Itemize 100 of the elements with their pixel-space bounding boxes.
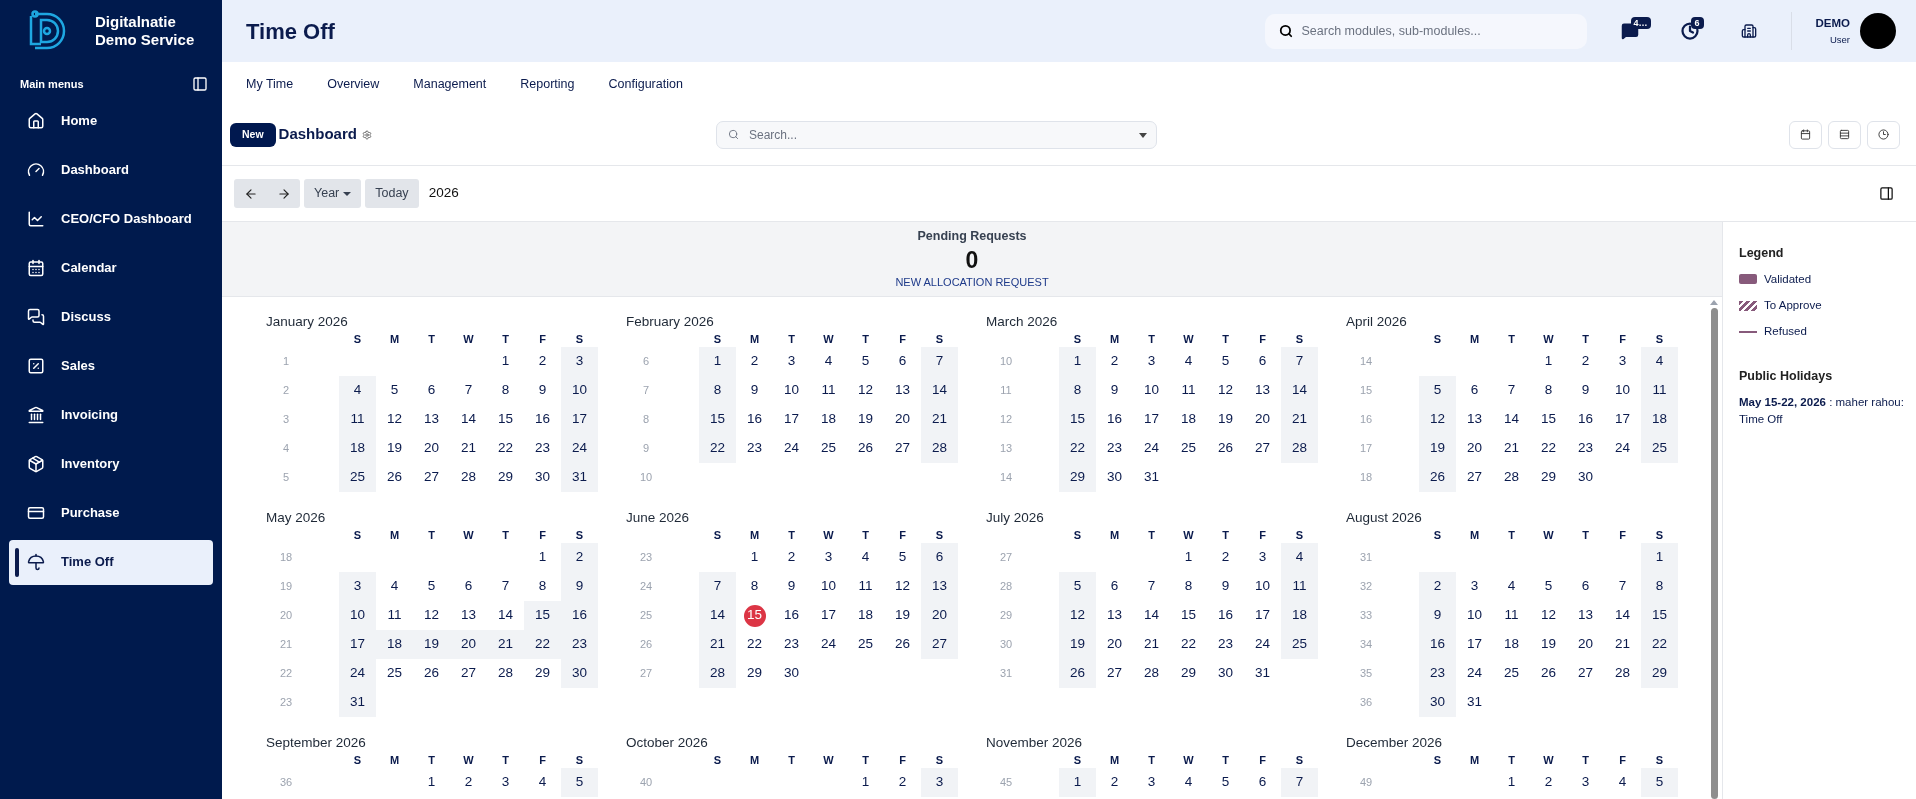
calendar-day[interactable]: 1 bbox=[713, 351, 722, 372]
module-search-field[interactable]: Search modules, sub-modules... bbox=[1264, 13, 1587, 49]
calendar-day[interactable]: 6 bbox=[1258, 351, 1267, 372]
calendar-day[interactable]: 5 bbox=[898, 547, 907, 568]
menu-item[interactable]: Configuration bbox=[608, 74, 683, 94]
calendar-day[interactable]: 7 bbox=[1295, 351, 1304, 372]
calendar-day[interactable]: 21 bbox=[461, 438, 476, 459]
sidebar-item[interactable]: Discuss bbox=[9, 294, 213, 340]
calendar-day[interactable]: 26 bbox=[1541, 663, 1556, 684]
calendar-day[interactable]: 4 bbox=[824, 351, 833, 372]
next-button[interactable] bbox=[267, 179, 300, 208]
calendar-day[interactable]: 16 bbox=[535, 409, 550, 430]
calendar-day[interactable]: 24 bbox=[784, 438, 799, 459]
calendar-day[interactable]: 5 bbox=[1073, 576, 1082, 597]
calendar-day[interactable]: 23 bbox=[1578, 438, 1593, 459]
calendar-day[interactable]: 2 bbox=[787, 547, 796, 568]
calendar-day[interactable]: 9 bbox=[1221, 576, 1230, 597]
calendar-day[interactable]: 23 bbox=[1218, 634, 1233, 655]
calendar-day[interactable]: 14 bbox=[1504, 409, 1519, 430]
calendar-day[interactable]: 10 bbox=[1615, 380, 1630, 401]
calendar-day[interactable]: 7 bbox=[1295, 772, 1304, 793]
calendar-day[interactable]: 11 bbox=[1181, 380, 1196, 401]
sidebar-item[interactable]: CEO/CFO Dashboard bbox=[9, 196, 213, 242]
calendar-day[interactable]: 13 bbox=[1107, 605, 1122, 626]
calendar-day[interactable]: 25 bbox=[858, 634, 873, 655]
new-button[interactable]: New bbox=[230, 122, 276, 147]
calendar-day[interactable]: 13 bbox=[1467, 409, 1482, 430]
calendar-day[interactable]: 6 bbox=[1110, 576, 1119, 597]
calendar-day[interactable]: 16 bbox=[784, 605, 799, 626]
calendar-day[interactable]: 3 bbox=[501, 772, 510, 793]
search-field[interactable]: Search... bbox=[715, 120, 1157, 149]
calendar-day[interactable]: 16 bbox=[1578, 409, 1593, 430]
calendar-day[interactable]: 2 bbox=[575, 547, 584, 568]
calendar-day[interactable]: 14 bbox=[1615, 605, 1630, 626]
calendar-day[interactable]: 1 bbox=[1184, 547, 1193, 568]
calendar-day[interactable]: 27 bbox=[1467, 467, 1482, 488]
calendar-day[interactable]: 8 bbox=[713, 380, 722, 401]
calendar-day[interactable]: 3 bbox=[1618, 351, 1627, 372]
calendar-day[interactable]: 13 bbox=[424, 409, 439, 430]
calendar-day[interactable]: 25 bbox=[1181, 438, 1196, 459]
calendar-day[interactable]: 1 bbox=[427, 772, 436, 793]
calendar-day[interactable]: 11 bbox=[387, 605, 402, 626]
calendar-day[interactable]: 17 bbox=[1144, 409, 1159, 430]
calendar-day[interactable]: 17 bbox=[1467, 634, 1482, 655]
calendar-day[interactable]: 7 bbox=[1618, 576, 1627, 597]
calendar-view-button[interactable] bbox=[1789, 120, 1822, 149]
calendar-day[interactable]: 10 bbox=[1255, 576, 1270, 597]
sidebar-toggle-icon[interactable] bbox=[192, 76, 208, 93]
calendar-day[interactable]: 4 bbox=[861, 547, 870, 568]
calendar-day[interactable]: 3 bbox=[1581, 772, 1590, 793]
calendar-day[interactable]: 27 bbox=[1107, 663, 1122, 684]
calendar-day[interactable]: 1 bbox=[1073, 772, 1082, 793]
calendar-day[interactable]: 26 bbox=[858, 438, 873, 459]
calendar-day[interactable]: 22 bbox=[1181, 634, 1196, 655]
calendar-day[interactable]: 5 bbox=[390, 380, 399, 401]
calendar-day[interactable]: 2 bbox=[538, 351, 547, 372]
calendar-day[interactable]: 3 bbox=[1470, 576, 1479, 597]
calendar-day[interactable]: 24 bbox=[1144, 438, 1159, 459]
calendar-day[interactable]: 24 bbox=[821, 634, 836, 655]
calendar-day[interactable]: 2 bbox=[1544, 772, 1553, 793]
calendar-day[interactable]: 18 bbox=[821, 409, 836, 430]
calendar-day[interactable]: 20 bbox=[1255, 409, 1270, 430]
menu-item[interactable]: Reporting bbox=[520, 74, 575, 94]
calendar-day[interactable]: 7 bbox=[1147, 576, 1156, 597]
calendar-day[interactable]: 27 bbox=[1578, 663, 1593, 684]
calendar-day[interactable]: 23 bbox=[747, 438, 762, 459]
sidebar-item[interactable]: Invoicing bbox=[9, 392, 213, 438]
calendar-day[interactable]: 2 bbox=[750, 351, 759, 372]
list-view-button[interactable] bbox=[1828, 120, 1861, 149]
calendar-day[interactable]: 4 bbox=[538, 772, 547, 793]
calendar-day[interactable]: 31 bbox=[1255, 663, 1270, 684]
calendar-day[interactable]: 4 bbox=[1184, 772, 1193, 793]
calendar-day[interactable]: 6 bbox=[1581, 576, 1590, 597]
calendar-day[interactable]: 20 bbox=[424, 438, 439, 459]
calendar-day[interactable]: 29 bbox=[1541, 467, 1556, 488]
calendar-day[interactable]: 3 bbox=[575, 351, 584, 372]
menu-item[interactable]: My Time bbox=[246, 74, 294, 94]
today-date[interactable]: 15 bbox=[743, 604, 766, 627]
scale-dropdown[interactable]: Year bbox=[304, 179, 362, 208]
calendar-day[interactable]: 4 bbox=[1655, 351, 1664, 372]
calendar-day[interactable]: 3 bbox=[824, 547, 833, 568]
calendar-day[interactable]: 31 bbox=[1467, 692, 1482, 713]
sidebar-item[interactable]: Calendar bbox=[9, 245, 213, 291]
calendar-day[interactable]: 11 bbox=[821, 380, 836, 401]
calendar-day[interactable]: 18 bbox=[1504, 634, 1519, 655]
calendar-day[interactable]: 26 bbox=[895, 634, 910, 655]
calendar-day[interactable]: 26 bbox=[387, 467, 402, 488]
calendar-day[interactable]: 24 bbox=[1615, 438, 1630, 459]
calendar-day[interactable]: 30 bbox=[784, 663, 799, 684]
calendar-day[interactable]: 27 bbox=[424, 467, 439, 488]
calendar-day[interactable]: 28 bbox=[461, 467, 476, 488]
calendar-day[interactable]: 9 bbox=[750, 380, 759, 401]
calendar-day[interactable]: 13 bbox=[1578, 605, 1593, 626]
calendar-day[interactable]: 3 bbox=[935, 772, 944, 793]
calendar-day[interactable]: 1 bbox=[1655, 547, 1664, 568]
calendar-day[interactable]: 8 bbox=[1073, 380, 1082, 401]
calendar-day[interactable]: 3 bbox=[353, 576, 362, 597]
calendar-day[interactable]: 6 bbox=[898, 351, 907, 372]
calendar-day[interactable]: 13 bbox=[895, 380, 910, 401]
menu-item[interactable]: Overview bbox=[327, 74, 380, 94]
